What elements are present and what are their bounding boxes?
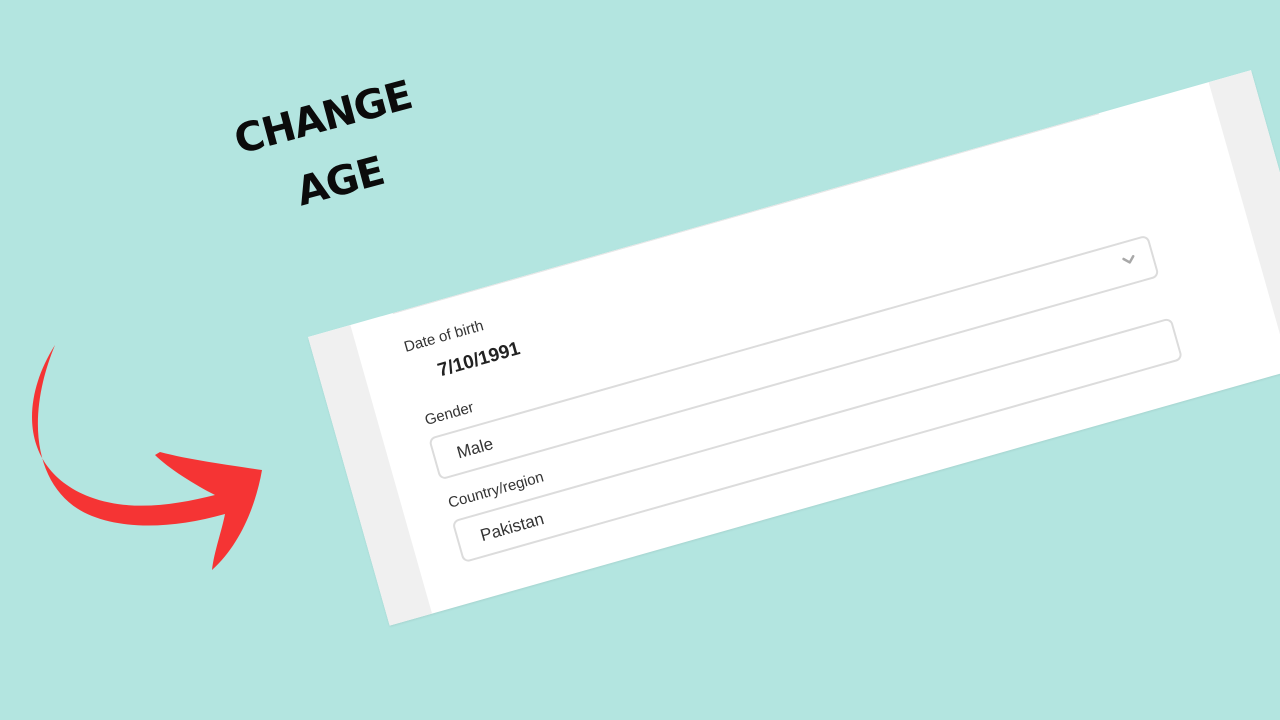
gender-label: Gender xyxy=(422,398,476,429)
gender-select-value: Male xyxy=(454,434,496,463)
country-region-select-value: Pakistan xyxy=(478,509,547,546)
canvas: CHANGE AGE Date of birth 7/10/1991 Gende… xyxy=(0,0,1280,720)
headline: CHANGE AGE xyxy=(218,60,445,239)
card-right-margin xyxy=(1208,70,1280,371)
card-left-margin xyxy=(308,325,433,626)
date-of-birth-value[interactable]: 7/10/1991 xyxy=(435,338,522,382)
profile-form-card: Date of birth 7/10/1991 Gender Male Coun… xyxy=(308,70,1280,626)
chevron-down-icon xyxy=(1118,249,1140,271)
chevron-down-icon xyxy=(1069,83,1091,105)
